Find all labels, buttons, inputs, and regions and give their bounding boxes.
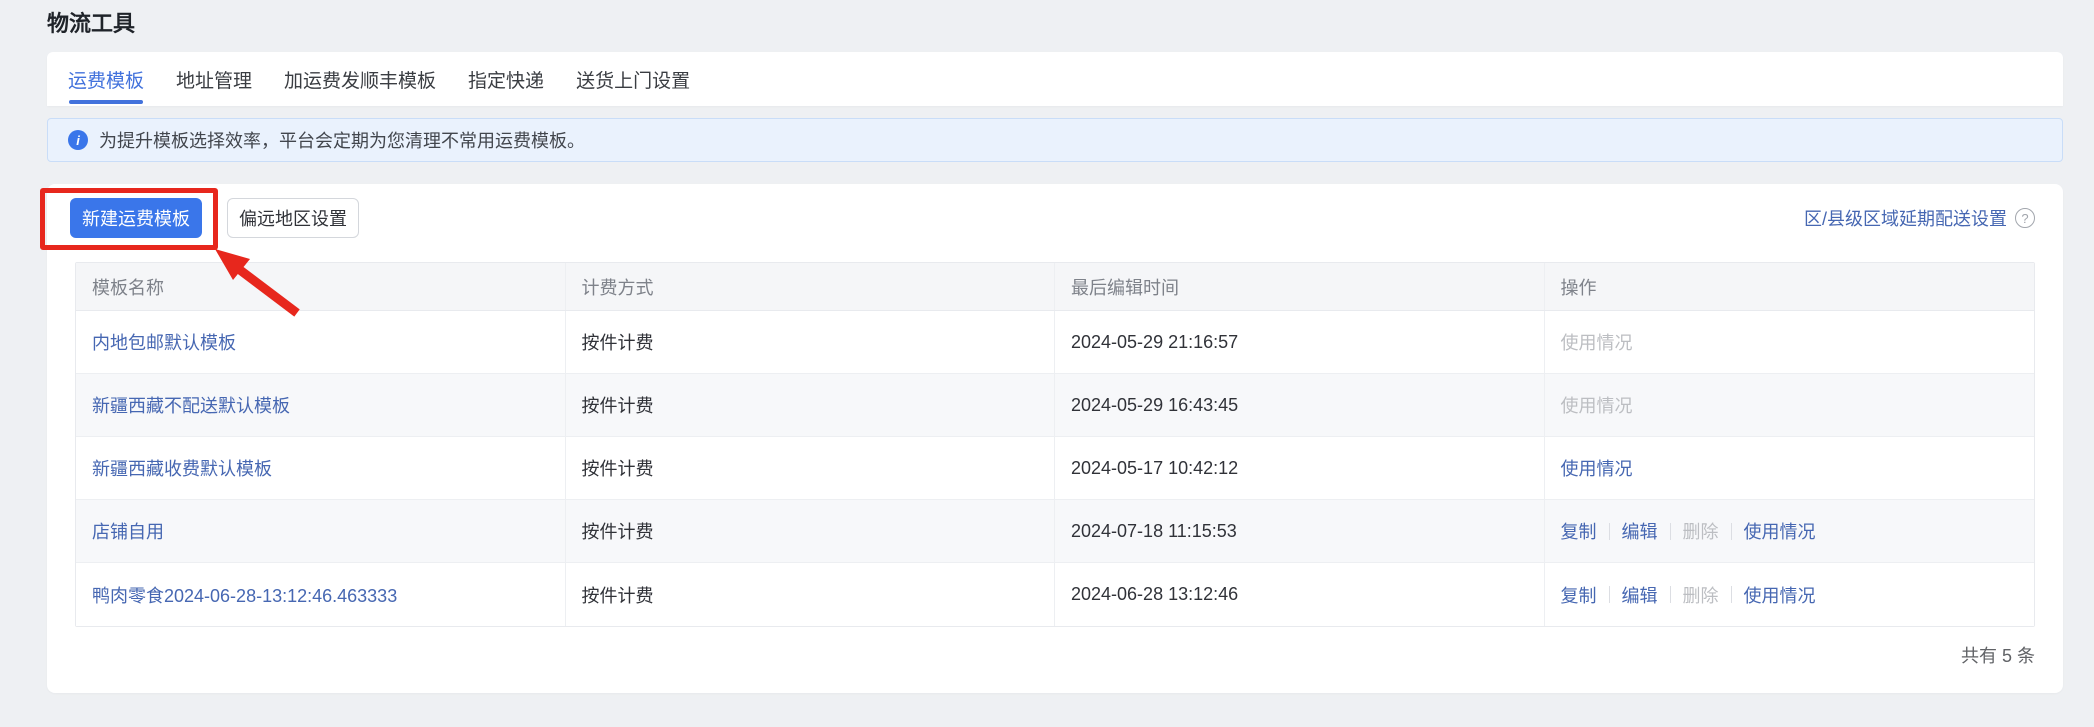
tab-address-management[interactable]: 地址管理: [176, 52, 252, 106]
copy-link[interactable]: 复制: [1561, 518, 1597, 544]
tab-sf-express-template[interactable]: 加运费发顺丰模板: [284, 52, 436, 106]
usage-status-link: 使用情况: [1560, 396, 1633, 416]
usage-status-link[interactable]: 使用情况: [1744, 518, 1816, 544]
tab-freight-template[interactable]: 运费模板: [68, 52, 144, 106]
toolbar: 新建运费模板 偏远地区设置 区/县级区域延期配送设置 ?: [70, 198, 2035, 238]
edit-link[interactable]: 编辑: [1622, 518, 1658, 544]
tab-label: 送货上门设置: [576, 70, 691, 92]
table-row: 内地包邮默认模板 按件计费 2024-05-29 21:16:57 使用情况: [76, 311, 2034, 374]
template-name-link[interactable]: 新疆西藏不配送默认模板: [92, 392, 290, 418]
template-name-link[interactable]: 内地包邮默认模板: [92, 329, 236, 355]
actions-cell: 使用情况: [1545, 311, 2035, 373]
table-row: 店铺自用 按件计费 2024-07-18 11:15:53 复制 编辑 删除 使…: [76, 500, 2034, 563]
total-count-text: 共有 5 条: [1960, 646, 2035, 666]
tab-home-delivery-settings[interactable]: 送货上门设置: [576, 52, 690, 106]
info-icon: i: [68, 130, 88, 150]
billing-method-cell: 按件计费: [566, 311, 1055, 373]
action-separator: [1669, 586, 1671, 603]
content-card: 新建运费模板 偏远地区设置 区/县级区域延期配送设置 ? 模板名称 计费方式 最…: [47, 184, 2063, 693]
tab-label: 指定快递: [468, 70, 545, 92]
column-header-billing-method: 计费方式: [566, 263, 1055, 310]
delete-link: 删除: [1682, 585, 1719, 606]
action-separator: [1730, 522, 1732, 540]
tab-bar: 运费模板 地址管理 加运费发顺丰模板 指定快递 送货上门设置: [47, 52, 2063, 106]
last-edited-cell: 2024-05-29 16:43:45: [1055, 374, 1545, 436]
tab-designated-courier[interactable]: 指定快递: [468, 52, 544, 106]
logistics-tools-page: 物流工具 运费模板 地址管理 加运费发顺丰模板 指定快递 送货上门设置 i 为提…: [0, 0, 2094, 727]
billing-method-cell: 按件计费: [566, 374, 1055, 436]
actions-cell: 使用情况: [1545, 437, 2035, 499]
table-row: 鸭肉零食2024-06-28-13:12:46.463333 按件计费 2024…: [76, 563, 2034, 626]
copy-link[interactable]: 复制: [1561, 582, 1597, 608]
table-row: 新疆西藏收费默认模板 按件计费 2024-05-17 10:42:12 使用情况: [76, 437, 2034, 500]
question-mark-icon[interactable]: ?: [2015, 208, 2035, 228]
tab-label: 运费模板: [68, 70, 145, 92]
action-separator: [1608, 522, 1610, 540]
action-separator: [1608, 586, 1610, 603]
edit-link[interactable]: 编辑: [1622, 582, 1658, 608]
toolbar-right: 区/县级区域延期配送设置 ?: [1804, 205, 2035, 231]
column-header-template-name: 模板名称: [76, 263, 566, 310]
last-edited-cell: 2024-05-17 10:42:12: [1055, 437, 1545, 499]
billing-method-cell: 按件计费: [566, 563, 1055, 626]
banner-text: 为提升模板选择效率，平台会定期为您清理不常用运费模板。: [99, 131, 585, 151]
table-row: 新疆西藏不配送默认模板 按件计费 2024-05-29 16:43:45 使用情…: [76, 374, 2034, 437]
page-title: 物流工具: [47, 11, 136, 36]
template-name-cell: 内地包邮默认模板: [76, 311, 566, 373]
last-edited-cell: 2024-06-28 13:12:46: [1055, 563, 1545, 626]
template-name-cell: 鸭肉零食2024-06-28-13:12:46.463333: [76, 563, 566, 626]
template-name-link[interactable]: 鸭肉零食2024-06-28-13:12:46.463333: [92, 582, 397, 608]
action-separator: [1669, 522, 1671, 540]
template-table: 模板名称 计费方式 最后编辑时间 操作 内地包邮默认模板 按件计费 2024-0…: [75, 262, 2035, 627]
delete-link: 删除: [1682, 522, 1719, 542]
tab-label: 加运费发顺丰模板: [284, 70, 437, 92]
template-name-link[interactable]: 店铺自用: [92, 518, 164, 544]
action-separator: [1730, 586, 1732, 603]
actions-cell: 复制 编辑 删除 使用情况: [1545, 563, 2035, 626]
tab-label: 地址管理: [176, 70, 253, 92]
create-template-button[interactable]: 新建运费模板: [70, 198, 202, 238]
info-banner: i 为提升模板选择效率，平台会定期为您清理不常用运费模板。: [47, 118, 2063, 162]
usage-status-link: 使用情况: [1560, 333, 1633, 353]
template-name-cell: 新疆西藏不配送默认模板: [76, 374, 566, 436]
template-name-cell: 店铺自用: [76, 500, 566, 562]
last-edited-cell: 2024-05-29 21:16:57: [1055, 311, 1545, 373]
actions-cell: 复制 编辑 删除 使用情况: [1545, 500, 2035, 562]
column-header-last-edited: 最后编辑时间: [1055, 263, 1545, 310]
actions-cell: 使用情况: [1545, 374, 2035, 436]
template-name-link[interactable]: 新疆西藏收费默认模板: [92, 455, 272, 481]
table-header-row: 模板名称 计费方式 最后编辑时间 操作: [76, 263, 2034, 311]
last-edited-cell: 2024-07-18 11:15:53: [1055, 500, 1545, 562]
usage-status-link[interactable]: 使用情况: [1744, 582, 1816, 608]
billing-method-cell: 按件计费: [566, 437, 1055, 499]
billing-method-cell: 按件计费: [566, 500, 1055, 562]
remote-area-settings-button[interactable]: 偏远地区设置: [227, 198, 359, 238]
usage-status-link[interactable]: 使用情况: [1561, 455, 1633, 481]
delay-delivery-settings-link[interactable]: 区/县级区域延期配送设置: [1804, 205, 2007, 231]
template-name-cell: 新疆西藏收费默认模板: [76, 437, 566, 499]
column-header-actions: 操作: [1560, 277, 1597, 298]
